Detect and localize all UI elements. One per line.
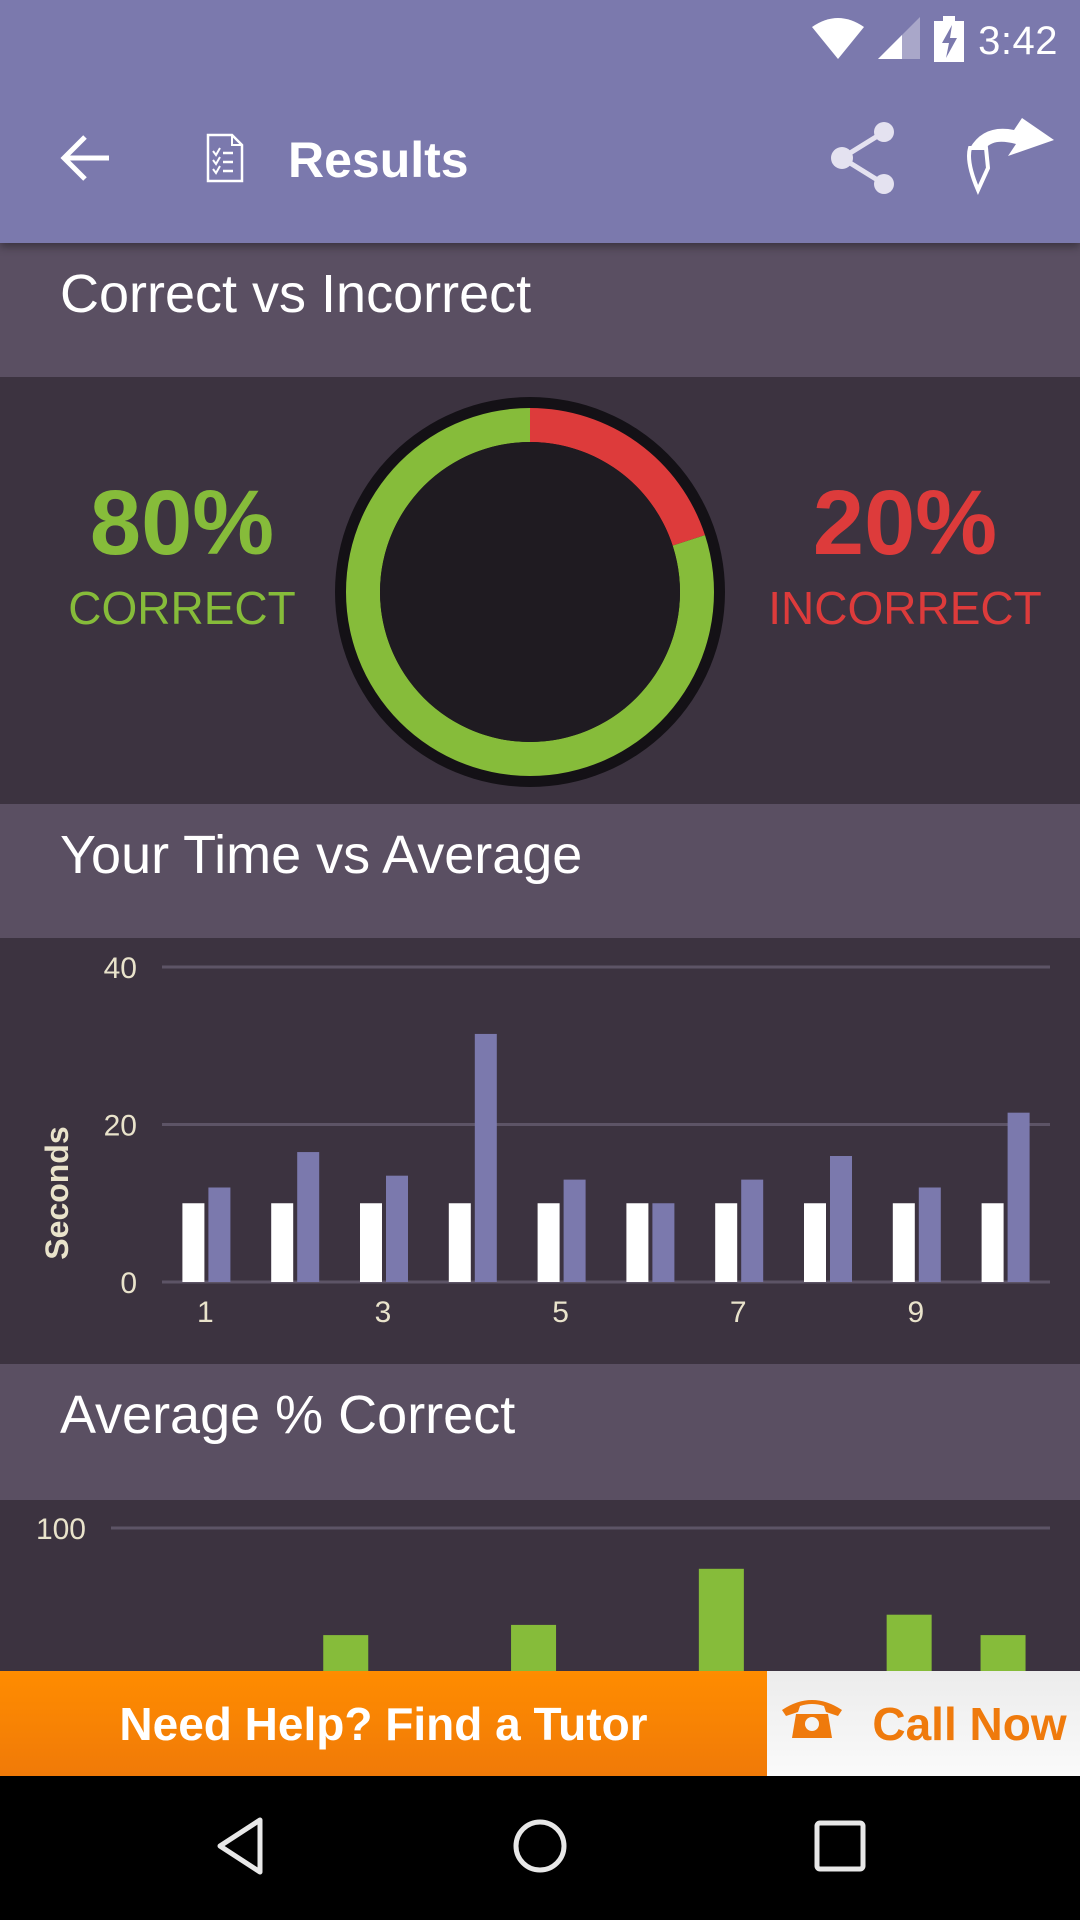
y-tick-label: 40 — [104, 952, 137, 985]
donut-center — [380, 442, 680, 742]
y-axis-label: Seconds — [39, 1126, 75, 1259]
your-time-bar — [830, 1156, 852, 1282]
average-time-bar — [537, 1203, 560, 1282]
correct-incorrect-panel: 80% CORRECT 20% INCORRECT — [0, 377, 1080, 804]
your-time-bar — [208, 1187, 231, 1282]
correct-stat: 80% CORRECT — [52, 477, 312, 635]
phone-icon — [780, 1696, 844, 1751]
system-nav-bar — [0, 1776, 1080, 1920]
correct-incorrect-donut-chart — [335, 397, 725, 787]
nav-home-icon — [510, 1816, 570, 1881]
time-vs-average-panel: Seconds 0 20 40 1 3 5 7 9 — [0, 938, 1080, 1364]
average-correct-bar — [323, 1635, 369, 1671]
share-icon — [830, 121, 900, 199]
incorrect-label: INCORRECT — [768, 582, 1042, 634]
results-screen: 3:42 Results Correct vs Incorrect 80% CO… — [0, 0, 1080, 1920]
x-tick-label: 5 — [552, 1296, 569, 1329]
average-time-bar — [271, 1203, 294, 1282]
toolbar: Results — [0, 100, 1080, 220]
x-tick-label: 9 — [907, 1296, 924, 1329]
app-bar: 3:42 Results — [0, 0, 1080, 243]
average-correct-bar — [511, 1624, 557, 1671]
your-time-bar — [1007, 1112, 1030, 1282]
your-time-bar — [918, 1187, 941, 1282]
nav-back-icon — [212, 1816, 268, 1881]
x-tick-label: 3 — [375, 1296, 392, 1329]
battery-charging-icon — [934, 15, 965, 67]
call-now-button[interactable]: Call Now — [767, 1671, 1080, 1776]
wifi-icon — [812, 17, 865, 66]
incorrect-percentage: 20% — [812, 472, 998, 574]
average-correct-bar — [980, 1635, 1026, 1671]
x-tick-label: 1 — [197, 1296, 214, 1329]
arrow-left-icon — [59, 134, 111, 187]
forward-arrow-icon — [964, 117, 1056, 203]
section-header-average-correct: Average % Correct — [0, 1364, 1080, 1500]
average-time-bar — [626, 1203, 649, 1282]
average-correct-bar — [886, 1614, 932, 1671]
average-correct-panel: 100 — [0, 1500, 1080, 1671]
average-time-bar — [715, 1203, 738, 1282]
average-correct-bar-chart: 100 — [36, 1513, 1050, 1671]
your-time-bar — [386, 1175, 408, 1282]
average-time-bar — [981, 1203, 1004, 1282]
section-title: Your Time vs Average — [60, 825, 583, 885]
correct-percentage: 80% — [89, 472, 275, 574]
your-time-bar — [741, 1179, 764, 1282]
your-time-bar — [652, 1203, 675, 1282]
correct-label: CORRECT — [68, 582, 296, 634]
forward-button[interactable] — [955, 100, 1065, 220]
x-tick-label: 7 — [730, 1296, 747, 1329]
nav-recent-icon — [812, 1818, 868, 1879]
share-button[interactable] — [820, 100, 910, 220]
nav-back-button[interactable] — [170, 1776, 310, 1920]
results-doc-icon — [200, 100, 250, 220]
average-time-bar — [892, 1203, 915, 1282]
your-time-bar — [297, 1152, 320, 1282]
section-header-time-vs-average: Your Time vs Average — [0, 804, 1080, 938]
call-now-label: Call Now — [872, 1697, 1067, 1750]
nav-home-button[interactable] — [470, 1776, 610, 1920]
section-header-correct-vs-incorrect: Correct vs Incorrect — [0, 243, 1080, 377]
tutor-banner: Need Help? Find a Tutor Call Now — [0, 1671, 1080, 1776]
average-time-bar — [360, 1203, 382, 1282]
average-time-bar — [804, 1203, 826, 1282]
average-correct-bar — [698, 1568, 744, 1671]
section-title: Average % Correct — [60, 1385, 516, 1445]
your-time-bar — [474, 1033, 497, 1282]
average-time-bar — [182, 1203, 205, 1282]
nav-recent-button[interactable] — [770, 1776, 910, 1920]
section-title: Correct vs Incorrect — [60, 264, 532, 324]
y-tick-label: 20 — [104, 1110, 137, 1143]
average-time-bar — [448, 1203, 471, 1282]
incorrect-stat: 20% INCORRECT — [755, 477, 1055, 635]
time-vs-average-bar-chart: Seconds 0 20 40 1 3 5 7 9 — [39, 952, 1050, 1329]
y-tick-label: 100 — [36, 1513, 86, 1546]
page-title: Results — [288, 132, 469, 188]
cell-signal-icon — [878, 16, 921, 66]
find-tutor-button[interactable]: Need Help? Find a Tutor — [0, 1671, 767, 1776]
your-time-bar — [563, 1179, 586, 1282]
y-tick-label: 0 — [120, 1267, 137, 1300]
checklist-document-icon — [206, 133, 244, 188]
status-time: 3:42 — [978, 18, 1058, 63]
status-bar: 3:42 — [812, 14, 1058, 68]
back-button[interactable] — [40, 100, 130, 220]
